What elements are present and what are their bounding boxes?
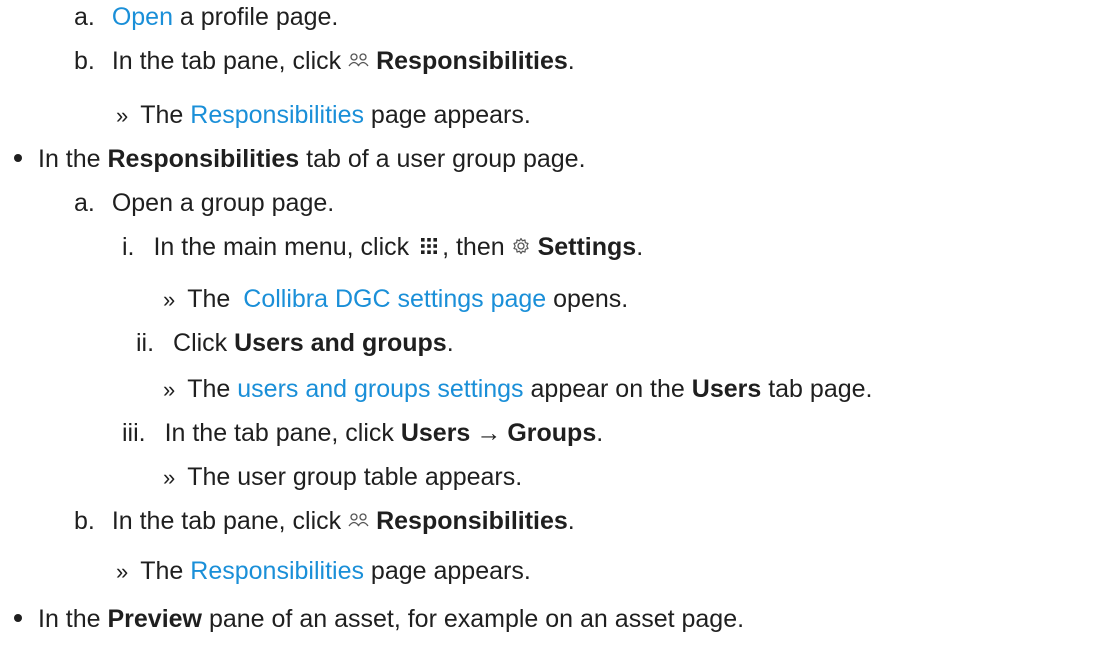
groups-label: Groups xyxy=(507,419,597,447)
gear-icon xyxy=(512,237,530,255)
substep-ii-users-and-groups: ii. Click Users and groups. xyxy=(136,326,454,360)
substep-iii-users-groups: iii. In the tab pane, click Users → Groups… xyxy=(122,416,603,450)
result-user-group-table: » The user group table appears. xyxy=(163,460,522,495)
result-text-end: page appears. xyxy=(363,101,531,129)
substep-text: In the main menu, click xyxy=(153,233,417,261)
substep-text-end: . xyxy=(596,419,604,447)
people-icon xyxy=(348,53,370,69)
arrow-glyph: → xyxy=(476,419,502,447)
responsibilities-label: Responsibilities xyxy=(107,145,300,173)
settings-page-link[interactable]: Collibra DGC settings page xyxy=(243,285,546,313)
result-users-groups-settings: » The users and groups settings appear on… xyxy=(163,372,872,407)
step-a-open-group: a. Open a group page. xyxy=(74,186,334,220)
result-marker: » xyxy=(116,559,129,584)
bullet-dot xyxy=(14,154,22,163)
bullet-preview-pane: In the Preview pane of an asset, for exa… xyxy=(14,602,744,636)
result-text: The xyxy=(140,557,191,585)
substep-marker: iii. xyxy=(122,419,146,447)
users-tab-label: Users xyxy=(691,375,762,403)
substep-text-end: . xyxy=(446,329,454,357)
responsibilities-label: Responsibilities xyxy=(376,47,568,75)
result-marker: » xyxy=(163,287,176,312)
result-text-end: tab page. xyxy=(761,375,873,403)
settings-label: Settings xyxy=(537,233,637,261)
open-link[interactable]: Open xyxy=(112,3,173,31)
substep-text: Click xyxy=(173,329,235,357)
result-marker: » xyxy=(116,103,129,128)
result-marker: » xyxy=(163,465,176,490)
result-text-mid: appear on the xyxy=(523,375,692,403)
substep-text-mid: , then xyxy=(442,233,512,261)
result-text: The user group table appears. xyxy=(187,463,523,491)
result-marker: » xyxy=(163,377,176,402)
users-and-groups-label: Users and groups xyxy=(234,329,447,357)
bullet-text: In the xyxy=(38,145,108,173)
bullet-text-end: tab of a user group page. xyxy=(299,145,586,173)
step-text: a profile page. xyxy=(172,3,339,31)
step-marker: a. xyxy=(74,3,95,31)
result-text-end: page appears. xyxy=(363,557,531,585)
step-text: In the tab pane, click xyxy=(111,47,349,75)
substep-text-end: . xyxy=(636,233,644,261)
people-icon xyxy=(348,513,370,529)
bullet-text-end: pane of an asset, for example on an asse… xyxy=(202,605,745,633)
step-a-open-profile: a. Open a profile page. xyxy=(74,0,338,34)
step-marker: a. xyxy=(74,189,95,217)
result-text: The xyxy=(187,285,238,313)
result-responsibilities-page: » The Responsibilities page appears. xyxy=(116,98,531,133)
step-text-end: . xyxy=(567,47,575,75)
substep-marker: i. xyxy=(122,233,135,261)
result-settings-page: » The Collibra DGC settings page opens. xyxy=(163,282,628,317)
step-marker: b. xyxy=(74,47,95,75)
responsibilities-link[interactable]: Responsibilities xyxy=(190,101,364,129)
responsibilities-label: Responsibilities xyxy=(376,507,568,535)
result-text: The xyxy=(187,375,238,403)
bullet-dot xyxy=(14,614,22,623)
step-marker: b. xyxy=(74,507,95,535)
result-text-end: opens. xyxy=(546,285,629,313)
substep-marker: ii. xyxy=(136,329,155,357)
step-b-click-responsibilities: b. In the tab pane, click Responsibiliti… xyxy=(74,44,575,78)
substep-text: In the tab pane, click xyxy=(164,419,401,447)
bullet-text: In the xyxy=(38,605,108,633)
step-text-end: . xyxy=(567,507,575,535)
responsibilities-link[interactable]: Responsibilities xyxy=(190,557,364,585)
app-grid-icon xyxy=(420,237,438,255)
result-text: The xyxy=(140,101,191,129)
bullet-user-group-responsibilities: In the Responsibilities tab of a user gr… xyxy=(14,142,586,176)
result-responsibilities-page-2: » The Responsibilities page appears. xyxy=(116,554,531,589)
users-groups-settings-link[interactable]: users and groups settings xyxy=(237,375,523,403)
preview-label: Preview xyxy=(107,605,203,633)
substep-i-main-menu: i. In the main menu, click , then Settin… xyxy=(122,230,643,264)
step-text: Open a group page. xyxy=(111,189,335,217)
step-b2-click-responsibilities: b. In the tab pane, click Responsibiliti… xyxy=(74,504,575,538)
users-label: Users xyxy=(400,419,471,447)
step-text: In the tab pane, click xyxy=(111,507,349,535)
